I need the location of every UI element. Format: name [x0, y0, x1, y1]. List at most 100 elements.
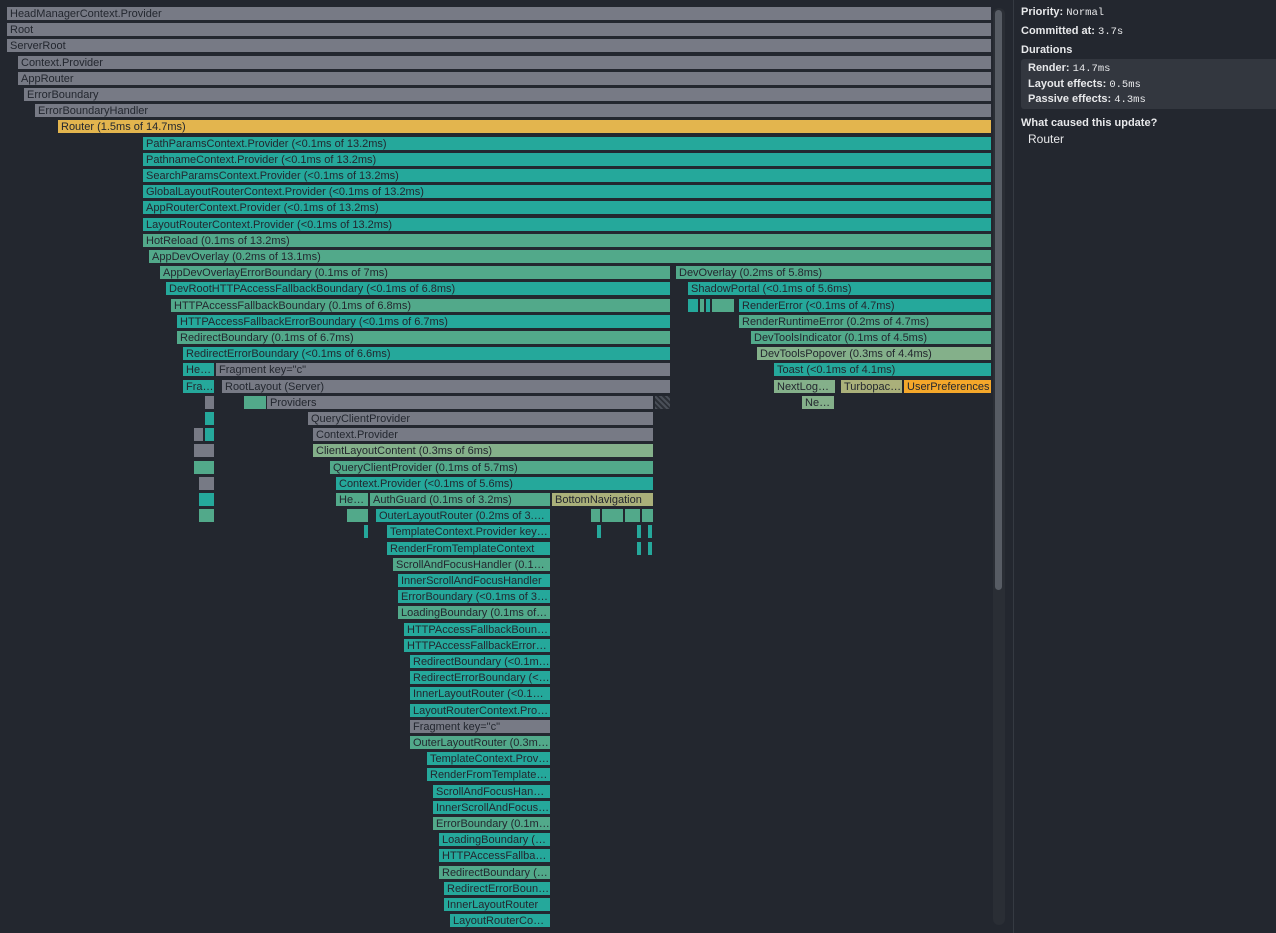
flame-bar[interactable]: AuthGuard (0.1ms of 3.2ms) — [369, 492, 551, 507]
flame-bar[interactable]: Fragment key="c" — [409, 719, 551, 734]
flame-bar[interactable]: ScrollAndFocusHandler — [432, 784, 551, 799]
flame-bar[interactable]: RedirectErrorBoundary (<0.1ms of 6.6ms) — [182, 346, 671, 361]
flame-bar[interactable]: Context.Provider (<0.1ms of 5.6ms) — [335, 476, 654, 491]
flame-bar[interactable] — [647, 541, 653, 556]
flame-bar[interactable] — [590, 508, 601, 523]
flame-bar[interactable]: ErrorBoundaryHandler — [34, 103, 992, 118]
flame-bar[interactable] — [647, 524, 653, 539]
flame-bar[interactable] — [601, 508, 624, 523]
flame-bar[interactable] — [204, 395, 215, 410]
flame-bar[interactable]: LayoutRouterContext.Provider — [409, 703, 551, 718]
flame-bar[interactable]: HeadManagerContext.Provider — [6, 6, 992, 21]
flame-bar[interactable]: RenderFromTemplateContext — [386, 541, 551, 556]
flame-bar[interactable]: DevRootHTTPAccessFallbackBoundary (<0.1m… — [165, 281, 671, 296]
flame-bar[interactable]: Root — [6, 22, 992, 37]
flame-bar[interactable]: HeadManagerContext.Provider — [335, 492, 369, 507]
flame-bar[interactable]: QueryClientProvider (0.1ms of 5.7ms) — [329, 460, 654, 475]
flame-bar[interactable]: BottomNavigation — [551, 492, 654, 507]
flame-bar[interactable]: RedirectBoundary (0.1ms of 6.7ms) — [176, 330, 671, 345]
flame-bar[interactable] — [198, 476, 215, 491]
flame-bar[interactable]: InnerLayoutRouter (<0.1ms of 2.9ms) — [409, 686, 551, 701]
flame-bar[interactable]: InnerScrollAndFocusHandler — [432, 800, 551, 815]
flame-bar[interactable]: RenderError (<0.1ms of 4.7ms) — [738, 298, 992, 313]
vertical-scrollbar[interactable] — [993, 8, 1005, 925]
flame-bar[interactable]: AppRouterContext.Provider (<0.1ms of 13.… — [142, 200, 992, 215]
flame-bar[interactable] — [346, 508, 369, 523]
flame-bar[interactable]: SearchParamsContext.Provider (<0.1ms of … — [142, 168, 992, 183]
flame-bar[interactable]: ErrorBoundary (0.1ms of 2.5ms) — [432, 816, 551, 831]
flame-bar[interactable]: RenderFromTemplateContext — [426, 767, 551, 782]
flame-bar[interactable] — [654, 395, 671, 410]
flame-bar[interactable]: UserPreferences — [903, 379, 992, 394]
flame-bar[interactable]: RedirectBoundary (0.1ms of 2.4ms) — [438, 865, 551, 880]
flame-bar[interactable]: Context.Provider — [17, 55, 992, 70]
flame-bar[interactable]: LoadingBoundary (0.1ms of 3ms) — [397, 605, 551, 620]
flame-bar[interactable] — [687, 298, 699, 313]
flame-bar[interactable]: InnerLayoutRouter — [443, 897, 551, 912]
flame-bar[interactable]: ScrollAndFocusHandler (0.1ms of 3ms) — [392, 557, 551, 572]
flame-bar[interactable]: ShadowPortal (<0.1ms of 5.6ms) — [687, 281, 992, 296]
flame-bar[interactable] — [204, 411, 215, 426]
flame-bar[interactable]: AppRouter — [17, 71, 992, 86]
flame-bar[interactable]: InnerScrollAndFocusHandler — [397, 573, 551, 588]
flame-bar[interactable]: AppDevOverlayErrorBoundary (0.1ms of 7ms… — [159, 265, 671, 280]
flame-bar[interactable] — [204, 427, 215, 442]
scrollbar-thumb[interactable] — [995, 10, 1002, 590]
flame-bar[interactable] — [193, 443, 215, 458]
flame-bar[interactable]: HTTPAccessFallbackBoundary — [438, 848, 551, 863]
flame-bar[interactable]: PathnameContext.Provider (<0.1ms of 13.2… — [142, 152, 992, 167]
flame-bar[interactable]: Toast (<0.1ms of 4.1ms) — [773, 362, 992, 377]
flame-bar[interactable]: LayoutRouterContext.Provider (<0.1ms of … — [142, 217, 992, 232]
flame-bar[interactable]: GlobalLayoutRouterContext.Provider (<0.1… — [142, 184, 992, 199]
flame-bar[interactable]: OuterLayoutRouter (0.3ms of 2.8ms) — [409, 735, 551, 750]
flame-bar[interactable]: Fragment key="c" — [215, 362, 671, 377]
flame-bar[interactable]: HeadManagerContext.Provider — [182, 362, 215, 377]
flame-bar[interactable]: TemplateContext.Provider key="c" — [386, 524, 551, 539]
flame-bar[interactable] — [198, 508, 215, 523]
flame-bar[interactable]: QueryClientProvider — [307, 411, 654, 426]
flame-bar[interactable]: NextLogoBtn — [773, 379, 836, 394]
flame-bar[interactable]: LayoutRouterContext — [449, 913, 551, 928]
flame-bar[interactable]: TurbopackInfo — [840, 379, 903, 394]
flame-bar[interactable] — [363, 524, 369, 539]
flame-bar[interactable] — [193, 427, 204, 442]
flame-bar[interactable]: ClientLayoutContent (0.3ms of 6ms) — [312, 443, 654, 458]
flame-bar[interactable] — [641, 508, 654, 523]
flame-bar[interactable] — [636, 541, 642, 556]
flame-bar[interactable] — [636, 524, 642, 539]
flame-bar[interactable]: Context.Provider — [312, 427, 654, 442]
flame-bar[interactable]: RedirectErrorBoundary — [443, 881, 551, 896]
cause-component-link[interactable]: Router — [1028, 132, 1064, 146]
flame-bar[interactable]: ErrorBoundary (<0.1ms of 3ms) — [397, 589, 551, 604]
flame-bar[interactable]: Providers — [266, 395, 654, 410]
flame-bar[interactable] — [193, 460, 215, 475]
flame-bar[interactable]: RedirectBoundary (<0.1ms of 2.9ms) — [409, 654, 551, 669]
flame-bar[interactable]: HTTPAccessFallbackBoundary (0.1ms of 6.8… — [170, 298, 671, 313]
flame-bar[interactable] — [596, 524, 602, 539]
flame-bar[interactable]: OuterLayoutRouter (0.2ms of 3.1ms) — [375, 508, 551, 523]
flame-bar[interactable]: HotReload (0.1ms of 13.2ms) — [142, 233, 992, 248]
flame-bar[interactable]: RedirectErrorBoundary (<0.1ms of 2.9ms) — [409, 670, 551, 685]
committed-value: 3.7s — [1098, 26, 1124, 38]
flame-bar[interactable] — [624, 508, 641, 523]
flame-bar[interactable] — [243, 395, 267, 410]
flame-bar[interactable]: TemplateContext.Provider — [426, 751, 551, 766]
flame-bar[interactable]: Fragment — [182, 379, 215, 394]
flame-bar[interactable]: PathParamsContext.Provider (<0.1ms of 13… — [142, 136, 992, 151]
flame-bar[interactable]: HTTPAccessFallbackErrorBoundary (<0.1ms … — [176, 314, 671, 329]
flame-bar[interactable]: ServerRoot — [6, 38, 992, 53]
flame-bar[interactable]: NextLogo — [801, 395, 835, 410]
flame-bar[interactable]: HTTPAccessFallbackErrorBoundary — [403, 638, 551, 653]
flame-bar[interactable]: RenderRuntimeError (0.2ms of 4.7ms) — [738, 314, 992, 329]
flame-bar[interactable]: DevToolsIndicator (0.1ms of 4.5ms) — [750, 330, 992, 345]
flame-bar[interactable]: DevOverlay (0.2ms of 5.8ms) — [675, 265, 992, 280]
flame-bar[interactable]: HTTPAccessFallbackBoundary — [403, 622, 551, 637]
flame-bar[interactable]: Router (1.5ms of 14.7ms) — [57, 119, 992, 134]
flame-bar[interactable]: RootLayout (Server) — [221, 379, 671, 394]
flame-bar[interactable] — [711, 298, 735, 313]
flame-bar[interactable]: AppDevOverlay (0.2ms of 13.1ms) — [148, 249, 992, 264]
flame-bar[interactable]: DevToolsPopover (0.3ms of 4.4ms) — [756, 346, 992, 361]
flame-bar[interactable] — [198, 492, 215, 507]
flame-bar[interactable]: LoadingBoundary (0.1ms of 2.5ms) — [438, 832, 551, 847]
flame-bar[interactable]: ErrorBoundary — [23, 87, 992, 102]
